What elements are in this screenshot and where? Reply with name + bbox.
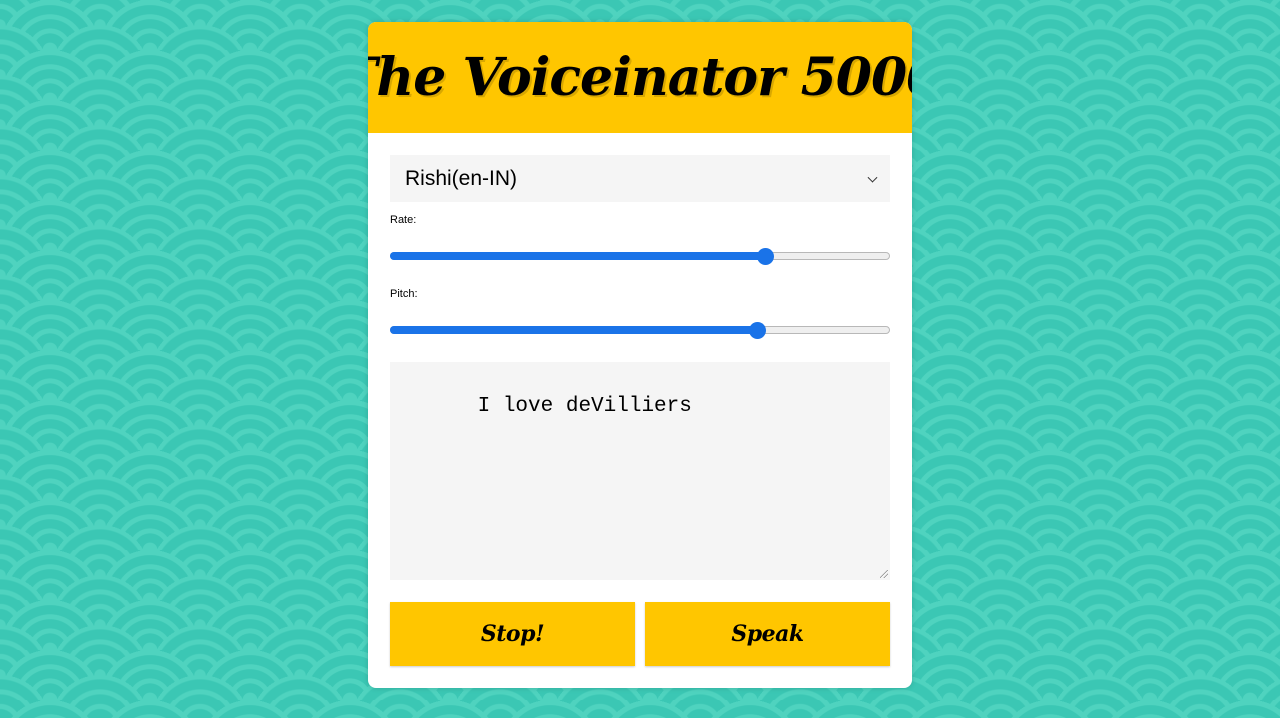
voiceinator-panel: The Voiceinator 5000 Rishi(en-IN) Rate: … — [368, 22, 912, 688]
header: The Voiceinator 5000 — [368, 22, 912, 133]
chevron-down-icon — [867, 172, 878, 183]
stop-button[interactable]: Stop! — [390, 602, 635, 666]
message-text: I love deVilliers — [477, 395, 692, 418]
message-textarea[interactable]: I love deVilliers — [390, 362, 890, 580]
resize-grip-icon[interactable] — [880, 570, 888, 578]
rate-slider[interactable] — [390, 246, 890, 266]
button-row: Stop! Speak — [390, 602, 890, 666]
speak-button[interactable]: Speak — [645, 602, 890, 666]
rate-label: Rate: — [390, 214, 417, 226]
pitch-slider[interactable] — [390, 320, 890, 340]
voice-select[interactable]: Rishi(en-IN) — [390, 155, 890, 202]
app-title: The Voiceinator 5000 — [368, 47, 912, 108]
rate-slider-fill — [390, 252, 765, 260]
pitch-slider-fill — [390, 326, 758, 334]
voice-select-value: Rishi(en-IN) — [405, 166, 518, 190]
pitch-slider-thumb[interactable] — [749, 321, 766, 339]
rate-slider-thumb[interactable] — [756, 247, 774, 265]
pitch-label: Pitch: — [390, 288, 418, 300]
controls: Rishi(en-IN) Rate: Pitch: I love deVilli… — [368, 133, 912, 666]
